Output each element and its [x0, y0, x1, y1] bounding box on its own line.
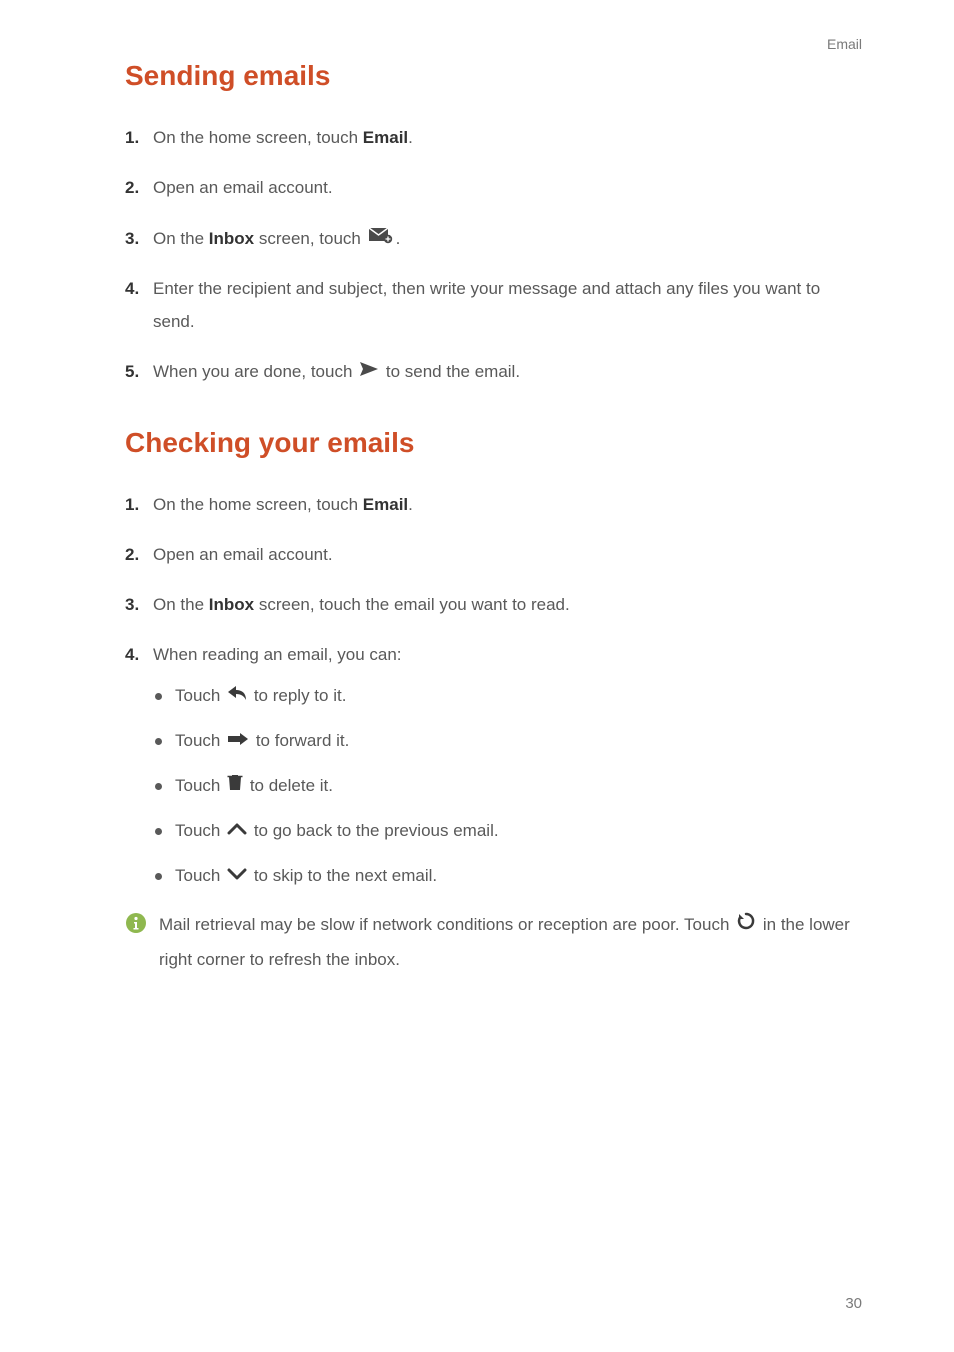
reply-icon: [227, 682, 247, 711]
bullet-text: Touch: [175, 821, 225, 840]
forward-icon: [227, 727, 249, 756]
step-text: to send the email.: [381, 362, 520, 381]
list-item: Touch to reply to it.: [153, 682, 862, 711]
bullet-text: to reply to it.: [249, 686, 346, 705]
step-text: Open an email account.: [153, 178, 333, 197]
info-line: Mail retrieval may be slow if network co…: [159, 915, 684, 934]
bullet-text: Touch: [175, 686, 225, 705]
info-note: Mail retrieval may be slow if network co…: [125, 908, 862, 977]
bullet-text: to skip to the next email.: [249, 866, 437, 885]
step-item: Open an email account.: [125, 172, 862, 204]
steps-sending: On the home screen, touch Email. Open an…: [125, 122, 862, 389]
bullet-text: Touch: [175, 776, 225, 795]
bullet-text: Touch: [175, 866, 225, 885]
step-text: Open an email account.: [153, 545, 333, 564]
step-text: When reading an email, you can:: [153, 645, 402, 664]
refresh-icon: [736, 909, 756, 943]
step-item: Enter the recipient and subject, then wr…: [125, 273, 862, 338]
step-bold: Email: [363, 495, 408, 514]
list-item: Touch to go back to the previous email.: [153, 817, 862, 846]
step-item: When reading an email, you can: Touch to…: [125, 639, 862, 890]
bullet-text: to delete it.: [245, 776, 333, 795]
step-text: Enter the recipient and subject, then wr…: [153, 279, 820, 330]
list-item: Touch to skip to the next email.: [153, 862, 862, 891]
chevron-down-icon: [227, 862, 247, 891]
step-text: On the: [153, 229, 209, 248]
step-bold: Email: [363, 128, 408, 147]
step-text: On the home screen, touch: [153, 128, 363, 147]
bullet-text: Touch: [175, 731, 225, 750]
step-text: .: [408, 495, 413, 514]
step-item: On the Inbox screen, touch .: [125, 223, 862, 256]
heading-checking-emails: Checking your emails: [125, 427, 862, 459]
header-section-label: Email: [827, 36, 862, 52]
bullet-text: to go back to the previous email.: [249, 821, 498, 840]
step-text: .: [396, 229, 401, 248]
step-text: screen, touch the email you want to read…: [254, 595, 570, 614]
chevron-up-icon: [227, 817, 247, 846]
send-icon: [359, 356, 379, 388]
step-item: On the Inbox screen, touch the email you…: [125, 589, 862, 621]
steps-checking: On the home screen, touch Email. Open an…: [125, 489, 862, 891]
info-text: Mail retrieval may be slow if network co…: [159, 908, 862, 977]
list-item: Touch to forward it.: [153, 727, 862, 756]
heading-sending-emails: Sending emails: [125, 60, 862, 92]
step-text: screen, touch: [254, 229, 366, 248]
bullet-text: to forward it.: [251, 731, 349, 750]
step-bold: Inbox: [209, 229, 254, 248]
list-item: Touch to delete it.: [153, 772, 862, 801]
trash-icon: [227, 772, 243, 801]
step-item: On the home screen, touch Email.: [125, 122, 862, 154]
bullet-list: Touch to reply to it. Touch to forward i…: [153, 682, 862, 891]
info-line-pre: Touch: [684, 915, 734, 934]
step-text: On the home screen, touch: [153, 495, 363, 514]
page-number: 30: [845, 1295, 862, 1312]
compose-icon: [368, 223, 394, 255]
info-icon: [125, 912, 147, 946]
step-text: When you are done, touch: [153, 362, 357, 381]
step-text: On the: [153, 595, 209, 614]
step-item: On the home screen, touch Email.: [125, 489, 862, 521]
step-item: Open an email account.: [125, 539, 862, 571]
step-bold: Inbox: [209, 595, 254, 614]
step-text: .: [408, 128, 413, 147]
step-item: When you are done, touch to send the ema…: [125, 356, 862, 389]
